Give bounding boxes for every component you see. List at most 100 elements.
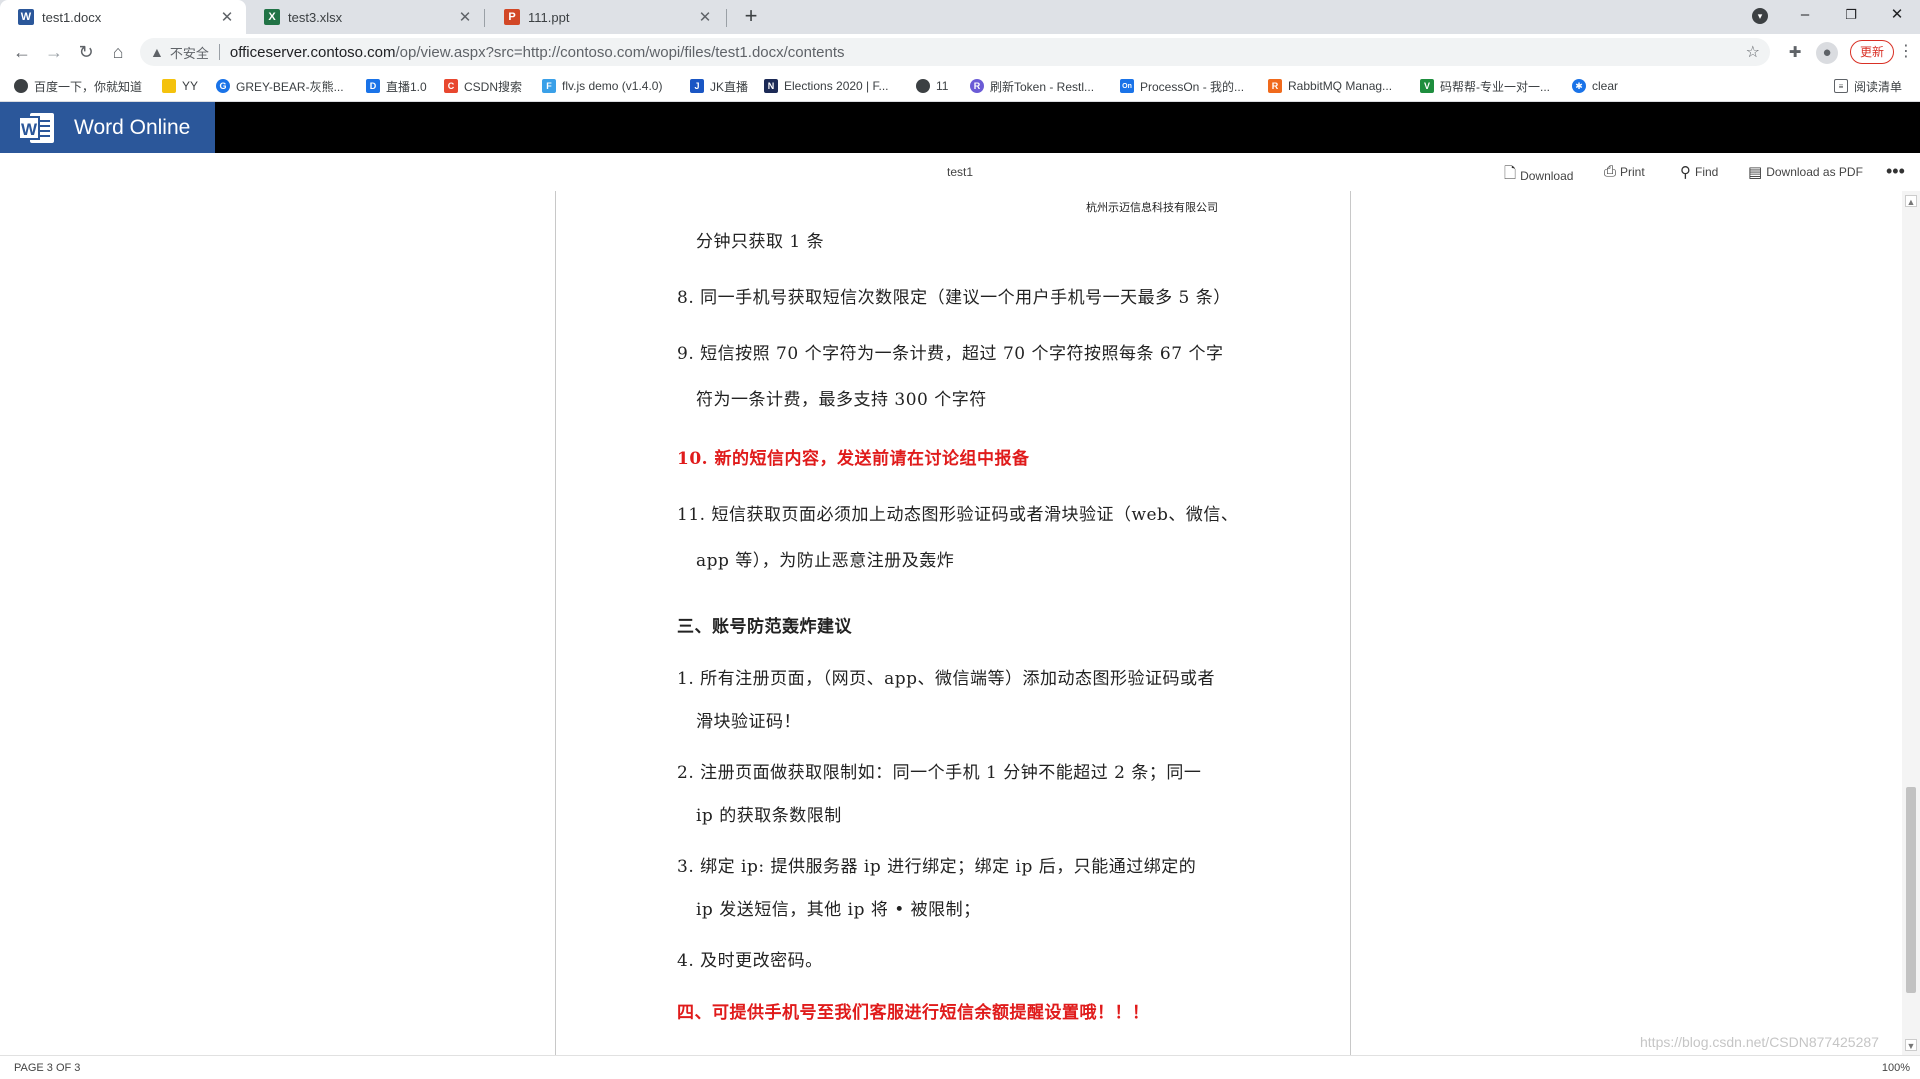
url-host: officeserver.contoso.com bbox=[229, 43, 396, 61]
document-page[interactable]: 杭州示迈信息科技有限公司 分钟只获取 1 条 8. 同一手机号获取短信次数限定（… bbox=[555, 191, 1351, 1055]
live-icon: D bbox=[366, 79, 380, 93]
tab-test3-xlsx[interactable]: X test3.xlsx ✕ bbox=[246, 0, 484, 34]
forward-button[interactable]: → bbox=[42, 40, 66, 64]
app-title: Word Online bbox=[74, 115, 191, 139]
security-label[interactable]: 不安全 bbox=[170, 43, 209, 62]
doc-line: 8. 同一手机号获取短信次数限定（建议一个用户手机号一天最多 5 条） bbox=[677, 288, 1231, 308]
bookmark-item[interactable]: V 码帮帮-专业一对一... bbox=[1420, 77, 1550, 95]
doc-line: app 等），为防止恶意注册及轰炸 bbox=[696, 551, 955, 571]
bookmark-item[interactable]: C CSDN搜索 bbox=[444, 77, 522, 95]
vue-icon: V bbox=[1420, 79, 1434, 93]
processon-icon: On bbox=[1120, 79, 1134, 93]
bookmark-label: ProcessOn - 我的... bbox=[1140, 79, 1245, 94]
bookmark-label: 码帮帮-专业一对一... bbox=[1440, 79, 1550, 94]
bookmark-item[interactable]: J JK直播 bbox=[690, 77, 748, 95]
download-label: Download bbox=[1520, 168, 1574, 183]
word-brand[interactable]: W Word Online bbox=[0, 102, 215, 153]
download-button[interactable]: 🗋 Download bbox=[1504, 163, 1573, 188]
search-icon: ⚲ bbox=[1680, 164, 1691, 181]
bookmark-label: clear bbox=[1592, 79, 1619, 93]
document-canvas[interactable]: 杭州示迈信息科技有限公司 分钟只获取 1 条 8. 同一手机号获取短信次数限定（… bbox=[0, 191, 1902, 1055]
doc-line: 滑块验证码！ bbox=[696, 712, 801, 732]
powerpoint-icon: P bbox=[504, 9, 520, 25]
word-logo-icon: W bbox=[18, 111, 56, 145]
address-bar[interactable]: ▲ 不安全 officeserver.contoso.com /op/view.… bbox=[140, 38, 1770, 66]
bookmark-item[interactable]: D 直播1.0 bbox=[366, 77, 427, 95]
zoom-level[interactable]: 100% bbox=[1882, 1062, 1910, 1074]
section-heading: 三、账号防范轰炸建议 bbox=[677, 617, 852, 637]
bookmarks-bar: 百度一下，你就知道 YY G GREY-BEAR-灰熊... D 直播1.0 C… bbox=[0, 70, 1920, 102]
document-name: test1 bbox=[946, 165, 973, 179]
bookmark-item[interactable]: N Elections 2020 | F... bbox=[764, 77, 889, 95]
page-header-company: 杭州示迈信息科技有限公司 bbox=[1086, 202, 1218, 214]
gear-icon: ✱ bbox=[1572, 79, 1586, 93]
home-button[interactable]: ⌂ bbox=[106, 40, 130, 64]
address-divider bbox=[218, 44, 220, 60]
reading-list[interactable]: ≡ 阅读清单 bbox=[1834, 77, 1902, 95]
new-tab-button[interactable]: + bbox=[738, 4, 764, 30]
bookmark-item[interactable]: 百度一下，你就知道 bbox=[14, 77, 142, 95]
more-options-icon[interactable]: ••• bbox=[1886, 161, 1905, 182]
doc-line: 1. 所有注册页面，（网页、app、微信端等）添加动态图形验证码或者 bbox=[677, 669, 1216, 689]
command-bar: test1 🗋 Download ⎙ Print ⚲ Find ▤ Downlo… bbox=[0, 153, 1920, 191]
bookmark-item[interactable]: G GREY-BEAR-灰熊... bbox=[216, 77, 344, 95]
bookmark-item[interactable]: YY bbox=[162, 77, 198, 95]
close-icon[interactable]: ✕ bbox=[456, 8, 474, 26]
reload-button[interactable]: ↻ bbox=[74, 40, 98, 64]
extensions-puzzle-icon[interactable]: ✚ bbox=[1784, 42, 1806, 64]
word-header-bar: W Word Online bbox=[0, 102, 1920, 153]
tab-test1-docx[interactable]: W test1.docx ✕ bbox=[0, 0, 246, 34]
browser-menu-icon[interactable]: ⋮ bbox=[1896, 40, 1916, 64]
bookmark-star-icon[interactable]: ☆ bbox=[1746, 42, 1760, 62]
minimize-button[interactable]: – bbox=[1782, 0, 1828, 30]
vertical-scrollbar[interactable]: ▲ ▼ bbox=[1902, 191, 1920, 1055]
grey-bear-icon: G bbox=[216, 79, 230, 93]
tab-title: test1.docx bbox=[42, 9, 102, 25]
status-bar: https://blog.csdn.net/CSDN877425287 PAGE… bbox=[0, 1034, 1920, 1079]
bookmark-item[interactable]: R 刷新Token - Restl... bbox=[970, 77, 1094, 95]
excel-icon: X bbox=[264, 9, 280, 25]
find-button[interactable]: ⚲ Find bbox=[1680, 163, 1718, 181]
globe-icon bbox=[14, 79, 28, 93]
scroll-down-icon[interactable]: ▼ bbox=[1905, 1039, 1917, 1051]
profile-avatar-icon[interactable]: ● bbox=[1816, 42, 1838, 64]
url-path: /op/view.aspx?src=http://contoso.com/wop… bbox=[395, 43, 845, 61]
bookmark-item[interactable]: On ProcessOn - 我的... bbox=[1120, 77, 1244, 95]
bookmark-item[interactable]: ✱ clear bbox=[1572, 77, 1618, 95]
doc-line: ip 发送短信，其他 ip 将 • 被限制； bbox=[696, 900, 981, 920]
bookmark-label: CSDN搜索 bbox=[464, 79, 523, 94]
bookmark-item[interactable]: 11 bbox=[916, 77, 948, 95]
reading-list-icon: ≡ bbox=[1834, 79, 1848, 93]
bookmark-label: 百度一下，你就知道 bbox=[34, 79, 143, 94]
close-window-button[interactable]: ✕ bbox=[1874, 0, 1920, 30]
back-button[interactable]: ← bbox=[10, 40, 34, 64]
download-pdf-button[interactable]: ▤ Download as PDF bbox=[1748, 163, 1863, 181]
update-button[interactable]: 更新 bbox=[1850, 40, 1894, 64]
browser-tab-strip: W test1.docx ✕ X test3.xlsx ✕ P 111.ppt … bbox=[0, 0, 1920, 34]
jk-icon: J bbox=[690, 79, 704, 93]
close-icon[interactable]: ✕ bbox=[696, 8, 714, 26]
tab-111-ppt[interactable]: P 111.ppt ✕ bbox=[486, 0, 724, 34]
doc-line: 符为一条计费，最多支持 300 个字符 bbox=[696, 390, 987, 410]
close-icon[interactable]: ✕ bbox=[218, 8, 236, 26]
tab-title: 111.ppt bbox=[528, 9, 570, 25]
bookmark-label: YY bbox=[182, 79, 199, 93]
reading-list-label: 阅读清单 bbox=[1854, 79, 1903, 94]
rabbitmq-icon: R bbox=[1268, 79, 1282, 93]
bookmark-item[interactable]: F flv.js demo (v1.4.0) bbox=[542, 77, 662, 95]
print-button[interactable]: ⎙ Print bbox=[1604, 163, 1645, 180]
elections-icon: N bbox=[764, 79, 778, 93]
restlet-icon: R bbox=[970, 79, 984, 93]
doc-line: 2. 注册页面做获取限制如：同一个手机 1 分钟不能超过 2 条；同一 bbox=[677, 763, 1202, 783]
page-indicator: PAGE 3 OF 3 bbox=[14, 1062, 81, 1074]
warning-icon[interactable]: ▲ bbox=[150, 44, 164, 60]
doc-line: 分钟只获取 1 条 bbox=[696, 232, 825, 252]
flv-icon: F bbox=[542, 79, 556, 93]
find-label: Find bbox=[1695, 165, 1719, 179]
restore-button[interactable]: ❐ bbox=[1828, 0, 1874, 30]
scrollbar-thumb[interactable] bbox=[1906, 787, 1916, 993]
bookmark-item[interactable]: R RabbitMQ Manag... bbox=[1268, 77, 1392, 95]
scroll-up-icon[interactable]: ▲ bbox=[1905, 195, 1917, 207]
tab-search-icon[interactable]: ▾ bbox=[1752, 8, 1768, 24]
doc-line: 11. 短信获取页面必须加上动态图形验证码或者滑块验证（web、微信、 bbox=[677, 505, 1239, 525]
